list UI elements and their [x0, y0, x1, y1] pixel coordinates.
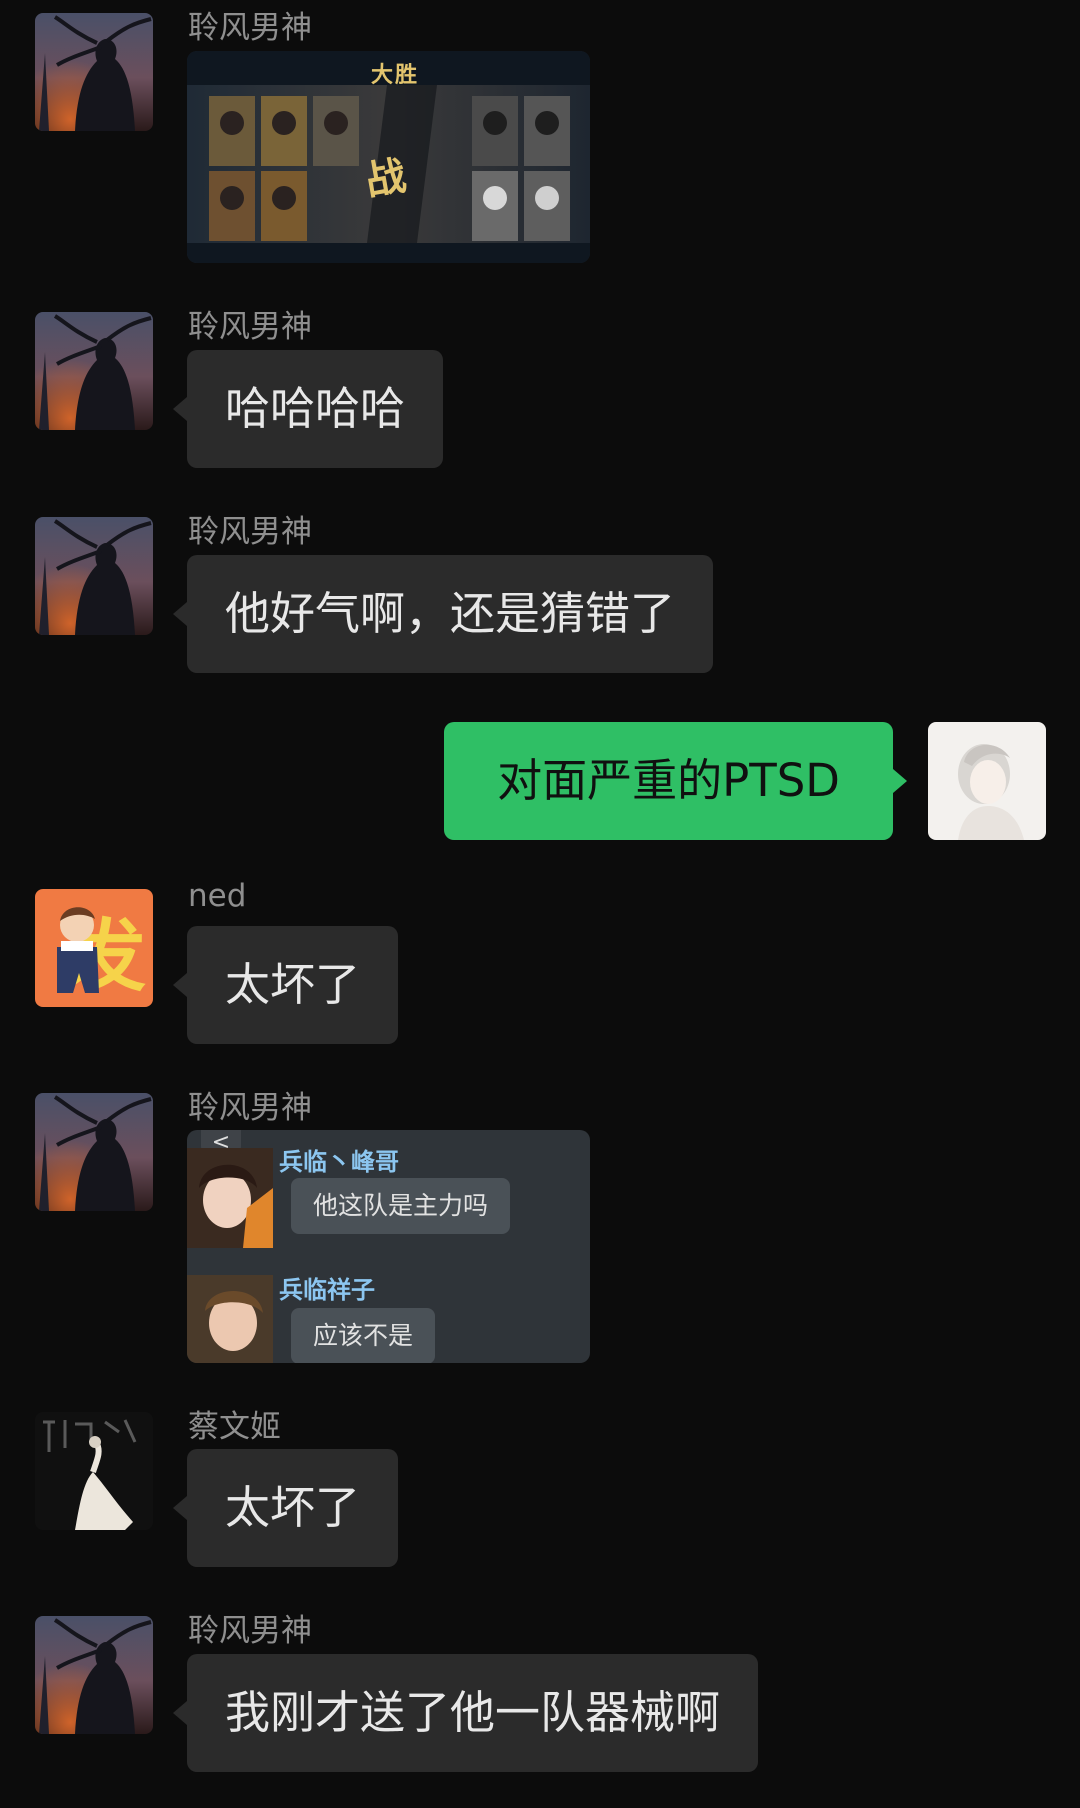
- game-result-title: 大胜: [371, 62, 420, 88]
- player-portrait: [187, 1148, 273, 1248]
- sender-name: 聆风男神: [188, 10, 312, 46]
- sender-avatar[interactable]: [35, 517, 153, 635]
- chat-screenshot-image[interactable]: < 兵临丶峰哥 他这队是主力吗 兵临祥子 应该不是: [187, 1130, 590, 1363]
- my-avatar[interactable]: [928, 722, 1046, 840]
- message-bubble[interactable]: 他好气啊，还是猜错了: [172, 555, 714, 673]
- sender-avatar[interactable]: [35, 1093, 153, 1211]
- chat-message: 他这队是主力吗: [291, 1178, 511, 1234]
- player-portrait: [187, 1275, 273, 1363]
- sender-name: 聆风男神: [188, 514, 312, 550]
- my-message-bubble[interactable]: 对面严重的PTSD: [444, 722, 907, 840]
- chat-sender-name: 兵临丶峰哥: [279, 1148, 399, 1176]
- sender-name: 聆风男神: [188, 1090, 312, 1126]
- sender-name: 蔡文姬: [188, 1409, 281, 1445]
- sender-avatar[interactable]: [35, 312, 153, 430]
- sender-name: 聆风男神: [188, 309, 312, 345]
- game-screenshot-image[interactable]: 大胜 战: [187, 51, 590, 263]
- message-bubble[interactable]: 我刚才送了他一队器械啊: [172, 1654, 759, 1772]
- sender-avatar[interactable]: 发: [35, 889, 153, 1007]
- sender-avatar[interactable]: [35, 13, 153, 131]
- sender-name: 聆风男神: [188, 1613, 312, 1649]
- sender-avatar[interactable]: [35, 1616, 153, 1734]
- message-bubble[interactable]: 太坏了: [172, 926, 399, 1044]
- sender-avatar[interactable]: [35, 1412, 153, 1530]
- chat-sender-name: 兵临祥子: [279, 1276, 375, 1304]
- message-bubble[interactable]: 太坏了: [172, 1449, 399, 1567]
- message-bubble[interactable]: 哈哈哈哈: [172, 350, 444, 468]
- chat-message: 应该不是: [291, 1308, 436, 1363]
- sender-name: ned: [188, 878, 247, 914]
